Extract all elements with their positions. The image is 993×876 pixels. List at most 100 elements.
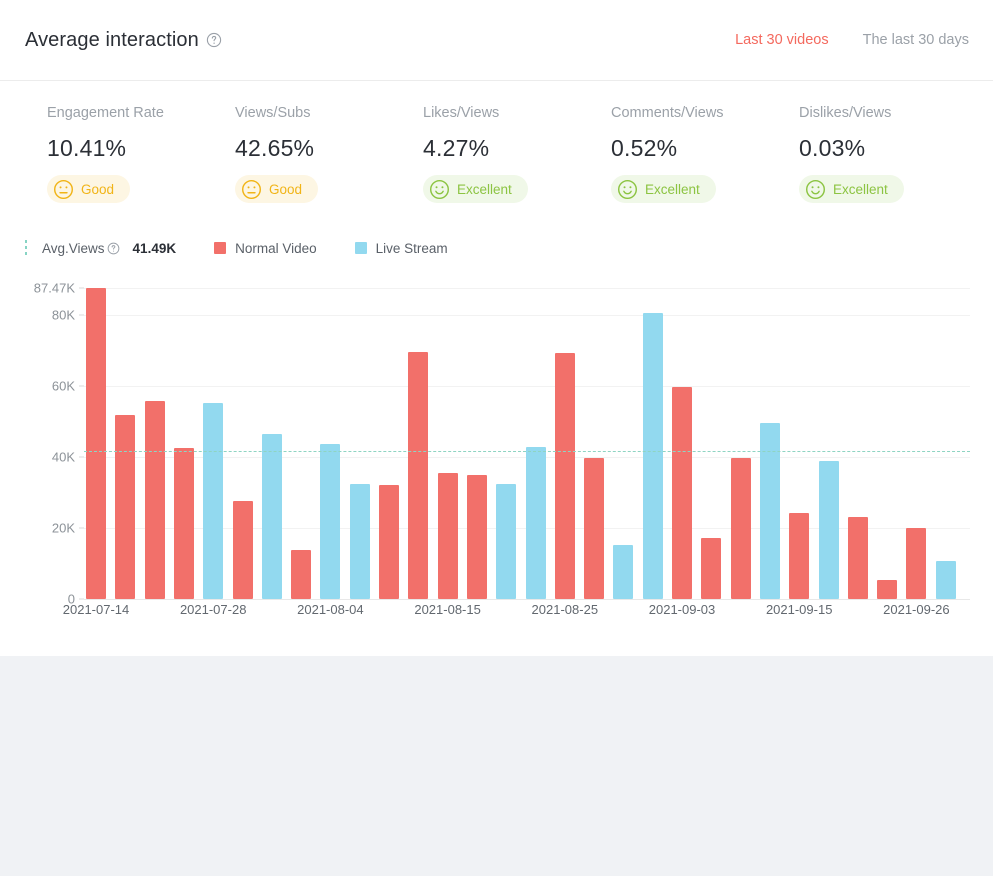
bar[interactable] — [819, 461, 839, 599]
metric-label: Likes/Views — [423, 105, 611, 121]
metric-value: 10.41% — [47, 135, 235, 162]
x-axis-tick-label: 2021-09-03 — [649, 602, 716, 617]
question-circle-icon[interactable] — [107, 242, 120, 255]
question-circle-icon[interactable] — [206, 32, 222, 48]
status-badge: Good — [235, 175, 318, 203]
card-header: Average interaction Last 30 videos The l… — [0, 0, 993, 81]
x-axis-tick-label: 2021-08-25 — [532, 602, 599, 617]
range-tabs: Last 30 videos The last 30 days — [735, 32, 969, 48]
title-group: Average interaction — [25, 29, 222, 52]
y-axis-tick-label: 40K — [52, 449, 75, 464]
avg-views-text: Avg.Views — [42, 241, 105, 256]
legend-swatch-normal-video — [214, 242, 226, 254]
metric-dislikes-views: Dislikes/Views 0.03% Excellent — [799, 105, 987, 228]
x-axis-tick-label: 2021-08-04 — [297, 602, 364, 617]
bar[interactable] — [877, 580, 897, 599]
y-axis-tick-label: 87.47K — [34, 281, 75, 296]
bar[interactable] — [262, 434, 282, 599]
page-title: Average interaction — [25, 29, 199, 52]
metric-value: 0.03% — [799, 135, 987, 162]
legend-item-live-stream[interactable]: Live Stream — [355, 241, 448, 256]
bar[interactable] — [731, 458, 751, 599]
metric-value: 0.52% — [611, 135, 799, 162]
smiley-face-icon — [617, 179, 638, 200]
bar[interactable] — [145, 401, 165, 599]
bars-group — [84, 288, 970, 599]
status-badge: Excellent — [423, 175, 528, 203]
plot-area: 020K40K60K80K87.47K 2021-07-142021-07-28… — [84, 288, 970, 876]
x-axis-tick-label: 2021-09-15 — [766, 602, 833, 617]
plot-inner: 020K40K60K80K87.47K — [84, 288, 970, 599]
tab-last-30-videos[interactable]: Last 30 videos — [735, 32, 829, 48]
bar[interactable] — [906, 528, 926, 599]
avg-views-value: 41.49K — [133, 241, 177, 256]
bar[interactable] — [233, 501, 253, 599]
bar[interactable] — [848, 517, 868, 599]
bar[interactable] — [584, 458, 604, 599]
bar[interactable] — [936, 561, 956, 599]
x-axis-baseline — [84, 599, 970, 600]
bar[interactable] — [555, 353, 575, 599]
bar[interactable] — [496, 484, 516, 599]
avg-views-line-marker — [25, 240, 27, 257]
bar[interactable] — [408, 352, 428, 599]
x-axis-tick-label: 2021-08-15 — [414, 602, 481, 617]
bar[interactable] — [86, 288, 106, 599]
bar[interactable] — [672, 387, 692, 599]
neutral-face-icon — [53, 179, 74, 200]
bar[interactable] — [203, 403, 223, 599]
tab-last-30-days[interactable]: The last 30 days — [863, 32, 969, 48]
status-badge-label: Excellent — [457, 182, 512, 197]
x-axis-tick-label: 2021-09-26 — [883, 602, 950, 617]
y-axis-tick-label: 60K — [52, 378, 75, 393]
bar[interactable] — [701, 538, 721, 600]
x-axis-labels: 2021-07-142021-07-282021-08-042021-08-15… — [84, 602, 970, 624]
metric-value: 4.27% — [423, 135, 611, 162]
status-badge-label: Good — [81, 182, 114, 197]
smiley-face-icon — [805, 179, 826, 200]
status-badge: Good — [47, 175, 130, 203]
legend-label: Live Stream — [376, 241, 448, 256]
avg-views-dashed-line — [84, 451, 970, 452]
average-interaction-card: Average interaction Last 30 videos The l… — [0, 0, 993, 656]
avg-views-bar-chart: 020K40K60K80K87.47K 2021-07-14 2021-07-28… — [25, 268, 970, 638]
bar[interactable] — [115, 415, 135, 599]
metrics-row: Engagement Rate 10.41% Good Views/Subs 4… — [0, 81, 993, 228]
legend-item-normal-video[interactable]: Normal Video — [214, 241, 317, 256]
status-badge-label: Good — [269, 182, 302, 197]
status-badge: Excellent — [611, 175, 716, 203]
status-badge: Excellent — [799, 175, 904, 203]
bar[interactable] — [643, 313, 663, 599]
bar[interactable] — [174, 448, 194, 599]
metric-views-subs: Views/Subs 42.65% Good — [235, 105, 423, 228]
bar[interactable] — [613, 545, 633, 599]
metric-label: Dislikes/Views — [799, 105, 987, 121]
bar[interactable] — [291, 550, 311, 599]
bar[interactable] — [350, 484, 370, 599]
metric-value: 42.65% — [235, 135, 423, 162]
avg-views-label: Avg.Views — [42, 241, 120, 256]
legend-swatch-live-stream — [355, 242, 367, 254]
bar[interactable] — [467, 475, 487, 599]
status-badge-label: Excellent — [645, 182, 700, 197]
x-axis-tick-label: 2021-07-28 — [180, 602, 247, 617]
metric-label: Views/Subs — [235, 105, 423, 121]
metric-likes-views: Likes/Views 4.27% Excellent — [423, 105, 611, 228]
legend-label: Normal Video — [235, 241, 317, 256]
metric-engagement-rate: Engagement Rate 10.41% Good — [47, 105, 235, 228]
smiley-face-icon — [429, 179, 450, 200]
metric-label: Engagement Rate — [47, 105, 235, 121]
metric-comments-views: Comments/Views 0.52% Excellent — [611, 105, 799, 228]
bar[interactable] — [760, 423, 780, 599]
bar[interactable] — [320, 444, 340, 599]
y-axis-tick-label: 80K — [52, 307, 75, 322]
bar[interactable] — [526, 447, 546, 599]
bar[interactable] — [438, 473, 458, 599]
x-axis-tick-label: 2021-07-14 — [63, 602, 130, 617]
metric-label: Comments/Views — [611, 105, 799, 121]
y-axis-tick-label: 20K — [52, 520, 75, 535]
neutral-face-icon — [241, 179, 262, 200]
bar[interactable] — [379, 485, 399, 599]
bar[interactable] — [789, 513, 809, 599]
chart-legend: Avg.Views 41.49K Normal Video Live Strea… — [0, 228, 993, 268]
